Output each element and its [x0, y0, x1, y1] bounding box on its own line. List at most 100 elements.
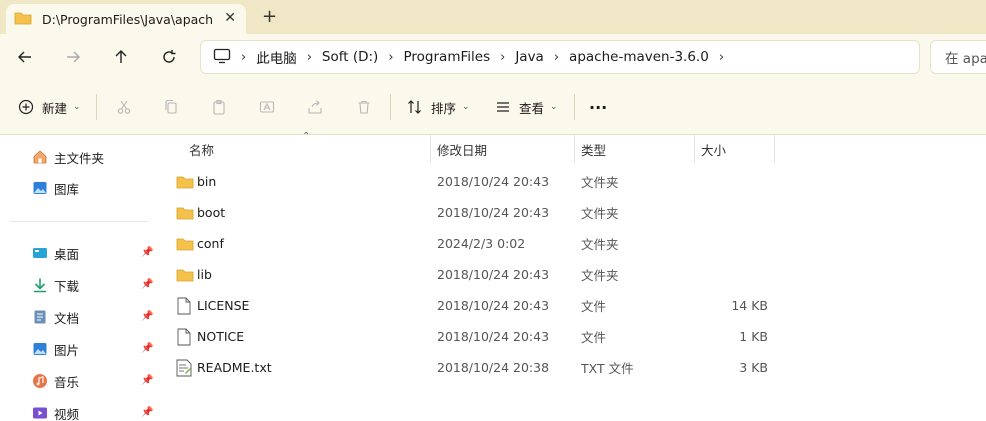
file-name: conf: [197, 236, 224, 251]
view-label: 查看: [519, 100, 545, 116]
rename-button[interactable]: [259, 96, 275, 118]
tab-strip: D:\ProgramFiles\Java\apache- ✕ +: [0, 0, 986, 34]
text-file-icon: [176, 352, 192, 383]
chevron-down-icon: ⌄: [462, 102, 470, 112]
breadcrumb-this-pc[interactable]: 此电脑: [256, 47, 297, 67]
cut-button[interactable]: [116, 96, 132, 118]
new-label: 新建: [42, 100, 68, 116]
pin-icon[interactable]: 📌: [141, 279, 153, 290]
file-row[interactable]: bin 2018/10/24 20:43 文件夹: [158, 166, 986, 197]
file-size: [688, 166, 768, 197]
file-size: [688, 259, 768, 290]
file-row[interactable]: README.txt 2018/10/24 20:38 TXT 文件 3 KB: [158, 352, 986, 383]
column-separator[interactable]: [574, 135, 575, 163]
breadcrumb-separator[interactable]: ›: [388, 50, 393, 65]
file-name: lib: [197, 267, 212, 282]
file-name: bin: [197, 174, 217, 189]
sidebar-item-label: 文档: [54, 310, 80, 326]
sidebar-item-gallery[interactable]: 图库: [32, 178, 79, 198]
arrow-left-icon: [18, 51, 31, 63]
sidebar-item-music[interactable]: 音乐: [32, 371, 79, 391]
breadcrumb-separator[interactable]: ›: [554, 50, 559, 65]
column-separator[interactable]: [430, 135, 431, 163]
sidebar-item-home[interactable]: 主文件夹: [32, 147, 104, 167]
rename-icon: [259, 101, 275, 113]
sidebar-item-label: 下载: [54, 278, 80, 294]
file-row[interactable]: boot 2018/10/24 20:43 文件夹: [158, 197, 986, 228]
new-button[interactable]: 新建 ⌄: [18, 96, 81, 118]
breadcrumb-separator[interactable]: ›: [719, 50, 724, 65]
sidebar-item-label: 桌面: [54, 246, 80, 262]
refresh-button[interactable]: [156, 44, 182, 70]
pictures-icon: [33, 343, 47, 355]
sidebar-item-downloads[interactable]: 下载: [32, 275, 79, 295]
breadcrumb-java[interactable]: Java: [515, 49, 544, 65]
sidebar-item-videos[interactable]: 视频: [32, 403, 79, 421]
sort-button[interactable]: 排序 ⌄: [407, 96, 470, 118]
sidebar-item-pictures[interactable]: 图片: [32, 339, 79, 359]
home-icon: [33, 150, 47, 164]
tab-active[interactable]: D:\ProgramFiles\Java\apache- ✕: [6, 4, 246, 34]
file-modified: 2018/10/24 20:38: [437, 360, 550, 375]
file-type: 文件夹: [581, 268, 619, 283]
up-button[interactable]: [108, 44, 134, 70]
column-header-name[interactable]: 名称: [189, 135, 214, 163]
new-tab-button[interactable]: +: [262, 6, 277, 27]
file-type: TXT 文件: [581, 361, 634, 376]
column-separator[interactable]: [774, 135, 775, 163]
file-row[interactable]: lib 2018/10/24 20:43 文件夹: [158, 259, 986, 290]
file-name: LICENSE: [197, 298, 250, 313]
divider: [390, 94, 391, 120]
clipboard-icon: [213, 99, 225, 115]
pin-icon[interactable]: 📌: [141, 375, 153, 386]
column-header-type[interactable]: 类型: [581, 135, 606, 163]
breadcrumb-soft-d[interactable]: Soft (D:): [322, 49, 378, 65]
download-icon: [34, 278, 46, 293]
column-separator[interactable]: [694, 135, 695, 163]
sidebar-item-desktop[interactable]: 桌面: [32, 243, 79, 263]
trash-icon: [358, 100, 370, 114]
divider: [96, 94, 97, 120]
pin-icon[interactable]: 📌: [141, 311, 153, 322]
column-header-modified[interactable]: 修改日期: [437, 135, 487, 163]
back-button[interactable]: [12, 44, 38, 70]
sidebar-item-documents[interactable]: 文档: [32, 307, 79, 327]
forward-button[interactable]: [60, 44, 86, 70]
file-type: 文件: [581, 330, 607, 345]
file-modified: 2018/10/24 20:43: [437, 267, 550, 282]
chevron-down-icon: ⌄: [73, 102, 81, 112]
file-size: [688, 228, 768, 259]
breadcrumb-separator: ›: [241, 49, 247, 65]
breadcrumb-separator[interactable]: ›: [307, 50, 312, 65]
arrow-right-icon: [67, 51, 80, 63]
breadcrumb-programfiles[interactable]: ProgramFiles: [404, 49, 491, 65]
video-icon: [33, 407, 47, 419]
tab-title: D:\ProgramFiles\Java\apache-: [42, 11, 212, 27]
address-bar[interactable]: › 此电脑 › Soft (D:) › ProgramFiles › Java …: [200, 40, 920, 74]
file-row[interactable]: conf 2024/2/3 0:02 文件夹: [158, 228, 986, 259]
divider: [574, 94, 575, 120]
paste-button[interactable]: [211, 96, 227, 118]
breadcrumb-apache-maven[interactable]: apache-maven-3.6.0: [569, 49, 709, 65]
sidebar-item-label: 主文件夹: [54, 150, 105, 166]
search-input[interactable]: 在 apa: [930, 40, 986, 74]
view-button[interactable]: 查看 ⌄: [495, 96, 558, 118]
file-row[interactable]: NOTICE 2018/10/24 20:43 文件 1 KB: [158, 321, 986, 352]
copy-button[interactable]: [163, 96, 179, 118]
sidebar-item-label: 图片: [54, 342, 80, 358]
pin-icon[interactable]: 📌: [141, 247, 153, 258]
pin-icon[interactable]: 📌: [141, 407, 153, 418]
more-options-button[interactable]: ···: [589, 96, 607, 118]
file-row[interactable]: LICENSE 2018/10/24 20:43 文件 14 KB: [158, 290, 986, 321]
close-tab-icon[interactable]: ✕: [224, 10, 236, 26]
column-header-size[interactable]: 大小: [701, 135, 726, 163]
file-name: README.txt: [197, 360, 272, 375]
folder-icon: [176, 166, 194, 197]
pin-icon[interactable]: 📌: [141, 343, 153, 354]
sort-icon: [408, 100, 421, 114]
breadcrumb-separator[interactable]: ›: [500, 50, 505, 65]
share-button[interactable]: [307, 96, 323, 118]
file-modified: 2018/10/24 20:43: [437, 205, 550, 220]
desktop-icon: [33, 248, 47, 258]
delete-button[interactable]: [356, 96, 372, 118]
